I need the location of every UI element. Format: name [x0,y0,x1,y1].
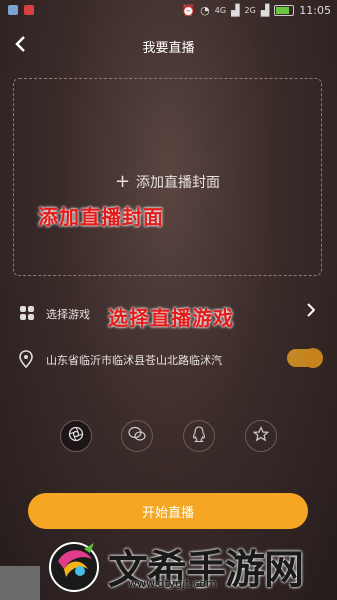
plus-icon: + [114,171,131,192]
notification-icon [8,5,18,15]
wifi-icon: ◔ [200,4,210,17]
add-cover-button[interactable]: + 添加直播封面 [14,171,321,192]
location-toggle[interactable] [287,348,323,368]
status-time: 11:05 [299,4,331,17]
annotation-cover: 添加直播封面 [38,205,164,229]
start-live-button[interactable]: 开始直播 [28,493,308,529]
signal-icon: ▟ [260,4,270,17]
camera-share-button[interactable] [60,420,92,452]
watermark-url: www.dtygjt.com [128,577,217,590]
annotation-game: 选择直播游戏 [108,306,234,330]
notification-icon [24,5,34,15]
alarm-icon: ⏰ [181,4,196,17]
battery-icon [274,5,295,16]
select-game-label: 选择游戏 [46,308,90,321]
status-indicators: ⏰ ◔ 4G ▟ 2G ▟ 11:05 [181,4,331,17]
star-share-button[interactable] [245,420,277,452]
wechat-icon [128,426,146,446]
watermark-logo-icon [44,535,104,595]
apps-grid-icon [20,306,34,320]
qq-icon [192,425,206,447]
chevron-right-icon [307,302,316,321]
add-cover-label: 添加直播封面 [136,175,221,191]
star-icon [252,426,270,446]
page-title: 我要直播 [142,41,195,56]
location-pin-icon [19,350,33,372]
status-bar: ⏰ ◔ 4G ▟ 2G ▟ 11:05 [0,0,337,22]
wechat-share-button[interactable] [121,420,153,452]
signal-icon: ▟ [231,4,240,17]
status-notifications [8,5,34,15]
toggle-knob [303,348,323,368]
cover-upload-area[interactable]: + 添加直播封面 [13,78,322,276]
qq-share-button[interactable] [183,420,215,452]
location-row: 山东省临沂市临沭县苍山北路临沭汽 [0,343,337,375]
network-badge: 4G [214,6,227,15]
navbar: 我要直播 [0,30,337,62]
watermark: 文希手游网 www.dtygjt.com [0,531,337,600]
location-address: 山东省临沂市临沭县苍山北路临沭汽 [46,354,222,367]
network-badge: 2G [244,6,256,15]
aperture-icon [68,426,84,446]
